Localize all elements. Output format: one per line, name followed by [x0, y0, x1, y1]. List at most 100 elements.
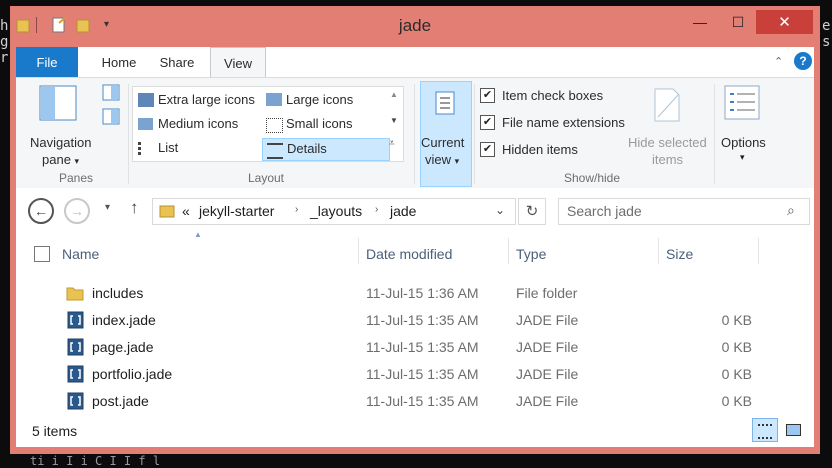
chevron-down-icon: ▾	[74, 156, 80, 166]
small-icons-label: Small icons	[286, 116, 353, 131]
file-date: 11-Jul-15 1:35 AM	[366, 393, 479, 409]
extra-large-icons-icon	[138, 93, 154, 107]
column-header-name[interactable]: Name	[62, 242, 99, 266]
navigation-pane-label-2[interactable]: pane ▾	[42, 152, 79, 167]
file-name-extensions-checkbox[interactable]: ✔	[480, 115, 495, 130]
chevron-down-icon[interactable]: ▾	[740, 152, 745, 163]
options-label[interactable]: Options	[721, 135, 766, 150]
layout-scroll-up-icon[interactable]: ▲	[390, 90, 398, 99]
details-pane-icon[interactable]	[102, 108, 120, 126]
item-check-boxes-checkbox[interactable]: ✔	[480, 88, 495, 103]
breadcrumb-jekyll-starter[interactable]: jekyll-starter	[199, 203, 274, 219]
item-check-boxes-label[interactable]: Item check boxes	[502, 88, 603, 103]
details-label: Details	[287, 141, 327, 156]
file-row[interactable]: page.jade 11-Jul-15 1:35 AM JADE File 0 KB	[16, 334, 814, 361]
forward-button[interactable]: →	[64, 198, 90, 224]
file-date: 11-Jul-15 1:35 AM	[366, 339, 479, 355]
breadcrumb-overflow[interactable]: «	[182, 203, 190, 219]
address-dropdown-icon[interactable]: ⌄	[495, 203, 505, 217]
jade-file-icon	[67, 392, 84, 410]
status-bar: 5 items	[16, 415, 814, 447]
search-input[interactable]: Search jade	[567, 203, 642, 219]
details-option[interactable]: Details	[262, 138, 390, 161]
large-icons-option[interactable]: Large icons	[262, 90, 388, 112]
extra-large-icons-option[interactable]: Extra large icons	[134, 90, 260, 112]
minimize-button[interactable]: —	[682, 10, 718, 34]
search-box[interactable]: Search jade ⌕	[558, 198, 810, 225]
jade-file-icon	[67, 311, 84, 329]
column-separator[interactable]	[658, 238, 659, 264]
hide-selected-icon[interactable]	[652, 87, 682, 123]
file-row[interactable]: index.jade 11-Jul-15 1:35 AM JADE File 0 KB	[16, 307, 814, 334]
column-separator[interactable]	[508, 238, 509, 264]
file-list: ▲ Name Date modified Type Size includes 1…	[16, 230, 814, 415]
file-size: 0 KB	[721, 312, 752, 328]
large-icons-icon	[266, 93, 282, 106]
navigation-pane-label[interactable]: Navigation	[30, 135, 91, 150]
current-view-icon	[435, 91, 455, 115]
hide-selected-label[interactable]: Hide selected	[628, 135, 707, 150]
column-header-type[interactable]: Type	[516, 242, 546, 266]
column-header-size[interactable]: Size	[666, 242, 693, 266]
preview-pane-icon[interactable]	[102, 84, 120, 102]
navigation-bar: ← → ▾ ↑ « jekyll-starter › _layouts › ja…	[16, 188, 814, 232]
current-view-label-text: view	[425, 152, 452, 167]
options-icon[interactable]	[722, 84, 762, 122]
file-row[interactable]: portfolio.jade 11-Jul-15 1:35 AM JADE File…	[16, 361, 814, 388]
column-header-date-modified[interactable]: Date modified	[366, 242, 452, 266]
file-row[interactable]: includes 11-Jul-15 1:36 AM File folder	[16, 280, 814, 307]
ribbon-tabs: File Home Share View ⌃ ?	[16, 47, 814, 78]
breadcrumb-separator-icon: ›	[295, 204, 299, 215]
details-view-icon	[758, 424, 772, 439]
extra-large-icons-label: Extra large icons	[158, 92, 255, 107]
file-name: index.jade	[92, 312, 156, 328]
explorer-window: ▾ jade — ☐ ✕ File Home Share View ⌃ ? Na…	[10, 6, 820, 454]
list-option[interactable]: List	[134, 138, 260, 160]
medium-icons-option[interactable]: Medium icons	[134, 114, 260, 136]
details-view-button[interactable]	[752, 418, 778, 442]
hide-selected-label-2[interactable]: items	[652, 152, 683, 167]
refresh-button[interactable]: ↻	[518, 198, 546, 225]
breadcrumb-jade[interactable]: jade	[390, 203, 416, 219]
file-date: 11-Jul-15 1:36 AM	[366, 285, 479, 301]
title-bar: ▾ jade — ☐ ✕	[10, 6, 820, 45]
details-icon	[267, 143, 283, 159]
layout-group-label: Layout	[247, 171, 285, 185]
file-date: 11-Jul-15 1:35 AM	[366, 312, 479, 328]
small-icons-option[interactable]: Small icons	[262, 114, 388, 136]
address-bar[interactable]: « jekyll-starter › _layouts › jade ⌄	[152, 198, 516, 225]
column-separator[interactable]	[758, 238, 759, 264]
tab-home[interactable]: Home	[94, 47, 144, 77]
recent-locations-icon[interactable]: ▾	[105, 202, 110, 213]
file-row[interactable]: post.jade 11-Jul-15 1:35 AM JADE File 0 KB	[16, 388, 814, 415]
navigation-pane-icon[interactable]	[38, 84, 78, 124]
file-size: 0 KB	[721, 366, 752, 382]
jade-file-icon	[67, 365, 84, 383]
hidden-items-checkbox[interactable]: ✔	[480, 142, 495, 157]
search-icon[interactable]: ⌕	[787, 202, 795, 219]
tab-file[interactable]: File	[16, 47, 78, 77]
chevron-down-icon: ▾	[454, 156, 460, 166]
ribbon: Navigation pane ▾ Panes Extra large icon…	[16, 77, 814, 189]
up-button[interactable]: ↑	[130, 198, 139, 218]
close-button[interactable]: ✕	[756, 10, 813, 34]
column-separator[interactable]	[358, 238, 359, 264]
medium-icons-label: Medium icons	[158, 116, 239, 131]
file-name-extensions-label[interactable]: File name extensions	[502, 115, 625, 130]
hidden-items-label[interactable]: Hidden items	[502, 142, 578, 157]
file-type: JADE File	[516, 393, 579, 409]
expand-ribbon-icon[interactable]: ⌃	[774, 55, 783, 68]
layout-more-icon[interactable]: ⩡	[389, 138, 395, 149]
tab-share[interactable]: Share	[154, 47, 200, 77]
large-icons-view-button[interactable]	[782, 419, 804, 439]
help-icon[interactable]: ?	[794, 52, 812, 70]
maximize-button[interactable]: ☐	[720, 10, 756, 34]
back-button[interactable]: ←	[28, 198, 54, 224]
file-size: 0 KB	[721, 339, 752, 355]
layout-scroll-down-icon[interactable]: ▼	[390, 116, 398, 125]
breadcrumb-layouts[interactable]: _layouts	[310, 203, 362, 219]
select-all-checkbox[interactable]	[34, 246, 50, 262]
file-type: JADE File	[516, 366, 579, 382]
list-icon	[138, 142, 156, 155]
tab-view[interactable]: View	[210, 47, 266, 78]
